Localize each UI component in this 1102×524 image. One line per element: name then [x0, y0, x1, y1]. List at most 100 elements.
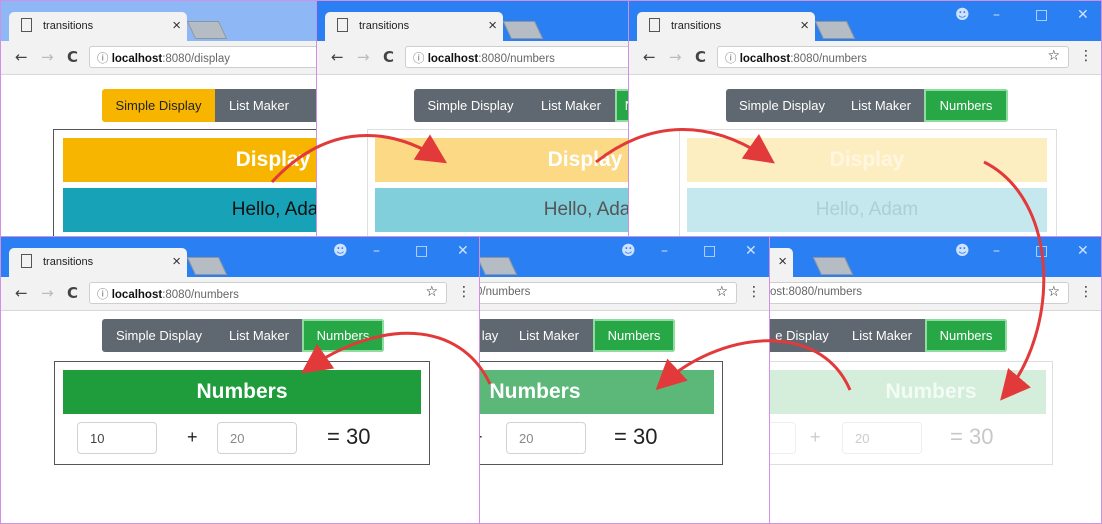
nav-simple-display[interactable]: Simple Display	[726, 89, 838, 122]
nav-numbers[interactable]: Numbers	[924, 89, 1008, 122]
nav-simple-display[interactable]: e Display	[765, 319, 839, 352]
browser-tab[interactable]: transitions ×	[325, 12, 503, 41]
address-bar[interactable]: 0/numbers ☆	[475, 282, 737, 304]
forward-icon[interactable]: →	[357, 48, 370, 66]
profile-icon[interactable]: ☻	[621, 243, 636, 259]
content-panel: Display Hello, Adam	[679, 129, 1057, 239]
menu-icon[interactable]: ⋮	[747, 284, 761, 300]
info-icon: ⓘ	[97, 289, 109, 301]
nav-list-maker[interactable]: List Maker	[839, 319, 925, 352]
forward-icon[interactable]: →	[41, 284, 54, 302]
nav-list-maker[interactable]: List Maker	[505, 319, 593, 352]
maximize-icon[interactable]: □	[1035, 243, 1048, 259]
content-panel: Numbers + 20 = 30	[475, 361, 723, 465]
nav-numbers[interactable]: Numbers	[925, 319, 1007, 352]
nav-simple-display[interactable]: Simple Display	[102, 89, 215, 122]
minimize-icon[interactable]: –	[993, 7, 1000, 23]
forward-icon[interactable]: →	[669, 48, 682, 66]
minimize-icon[interactable]: –	[993, 243, 1000, 259]
back-icon[interactable]: ←	[331, 48, 344, 66]
bookmark-star-icon[interactable]: ☆	[715, 284, 728, 300]
first-number-input[interactable]: 10	[77, 422, 157, 454]
greeting-text: Hello, Adam	[815, 199, 919, 220]
second-number-input[interactable]: 20	[217, 422, 297, 454]
menu-icon[interactable]: ⋮	[457, 284, 471, 300]
reload-icon[interactable]: C	[695, 48, 706, 66]
address-bar[interactable]: ost:8080/numbers ☆	[765, 282, 1069, 304]
nav-button-group: Simple Display List Maker Numbers	[102, 319, 384, 352]
display-title-bar: Display	[687, 138, 1047, 182]
maximize-icon[interactable]: □	[1035, 7, 1048, 23]
browser-tab[interactable]: transitions ×	[9, 12, 187, 41]
browser-toolbar: 0/numbers ☆ ⋮	[475, 277, 769, 311]
tab-close-icon[interactable]: ×	[778, 253, 787, 270]
bookmark-star-icon[interactable]: ☆	[1047, 48, 1060, 64]
url-text: ⓘ localhost:8080/numbers	[97, 286, 239, 302]
window-close-icon[interactable]: ✕	[457, 243, 469, 259]
address-bar[interactable]: ⓘ localhost:8080/numbers ☆	[89, 282, 447, 304]
info-icon: ⓘ	[413, 53, 425, 65]
bookmark-star-icon[interactable]: ☆	[425, 284, 438, 300]
display-title-bar: Display	[63, 138, 317, 182]
second-number-input[interactable]: 20	[506, 422, 586, 454]
nav-list-maker[interactable]: List Maker	[216, 319, 302, 352]
minimize-icon[interactable]: –	[373, 243, 380, 259]
page-icon	[649, 18, 660, 32]
window-close-icon[interactable]: ✕	[745, 243, 757, 259]
reload-icon[interactable]: C	[383, 48, 394, 66]
nav-button-group: Simple Display List Maker Numbers	[726, 89, 1008, 122]
profile-icon[interactable]: ☻	[955, 7, 970, 23]
tab-close-icon[interactable]: ×	[800, 17, 809, 34]
window-close-icon[interactable]: ✕	[1077, 7, 1089, 23]
address-bar[interactable]: ⓘ localhost:8080/numbers ☆	[717, 46, 1069, 68]
maximize-icon[interactable]: □	[703, 243, 716, 259]
browser-window-numbers-fade-in: × ☻ – □ ✕ ost:8080/numbers ☆ ⋮ e Display…	[764, 236, 1102, 524]
address-bar[interactable]: ⓘ localhost:8080/display	[89, 46, 317, 68]
tab-close-icon[interactable]: ×	[172, 17, 181, 34]
page-icon	[21, 254, 32, 268]
reload-icon[interactable]: C	[67, 284, 78, 302]
second-number-input[interactable]: 20	[842, 422, 922, 454]
numbers-title-bar: Numbers	[475, 370, 714, 414]
browser-window-fade-2: transitions × ☻ – □ ✕ ← → C ⓘ localhost:…	[628, 0, 1102, 240]
forward-icon[interactable]: →	[41, 48, 54, 66]
menu-icon[interactable]: ⋮	[1079, 48, 1093, 64]
result-text: = 30	[614, 424, 658, 449]
nav-numbers[interactable]: Numbers	[302, 319, 384, 352]
tab-close-icon[interactable]: ×	[172, 253, 181, 270]
tab-title: transitions	[43, 256, 94, 268]
browser-window-numbers-mid: ☻ – □ ✕ 0/numbers ☆ ⋮ lay List Maker Num…	[474, 236, 770, 524]
reload-icon[interactable]: C	[67, 48, 78, 66]
browser-toolbar: ← → C ⓘ localhost:8080/numbers ☆ ⋮	[629, 41, 1101, 75]
nav-button-group: Simple Display List Maker N	[414, 89, 633, 122]
bookmark-star-icon[interactable]: ☆	[1047, 284, 1060, 300]
window-close-icon[interactable]: ✕	[1077, 243, 1089, 259]
menu-icon[interactable]: ⋮	[1079, 284, 1093, 300]
address-bar[interactable]: ⓘ localhost:8080/numbers	[405, 46, 633, 68]
back-icon[interactable]: ←	[15, 48, 28, 66]
nav-list-maker[interactable]: List Maker	[838, 89, 924, 122]
maximize-icon[interactable]: □	[415, 243, 428, 259]
nav-simple-display[interactable]: Simple Display	[414, 89, 527, 122]
back-icon[interactable]: ←	[15, 284, 28, 302]
url-text: ⓘ localhost:8080/numbers	[413, 50, 555, 66]
browser-tab[interactable]: transitions ×	[9, 248, 187, 277]
tab-close-icon[interactable]: ×	[488, 17, 497, 34]
profile-icon[interactable]: ☻	[955, 243, 970, 259]
display-title: Display	[235, 148, 311, 171]
numbers-title: Numbers	[489, 380, 581, 403]
numbers-title: Numbers	[196, 380, 288, 403]
profile-icon[interactable]: ☻	[333, 243, 348, 259]
display-title: Display	[547, 148, 623, 171]
info-icon: ⓘ	[725, 53, 737, 65]
browser-window-display: transitions × ← → C ⓘ localhost:8080/dis…	[0, 0, 318, 240]
nav-numbers[interactable]: Numbers	[593, 319, 675, 352]
nav-list-maker[interactable]: List Maker	[527, 89, 615, 122]
back-icon[interactable]: ←	[643, 48, 656, 66]
browser-tab[interactable]: transitions ×	[637, 12, 815, 41]
minimize-icon[interactable]: –	[661, 243, 668, 259]
url-text: ⓘ localhost:8080/numbers	[725, 50, 867, 66]
nav-list-maker[interactable]: List Maker	[215, 89, 303, 122]
nav-simple-display[interactable]: Simple Display	[102, 319, 216, 352]
url-host: localhost	[111, 289, 163, 301]
